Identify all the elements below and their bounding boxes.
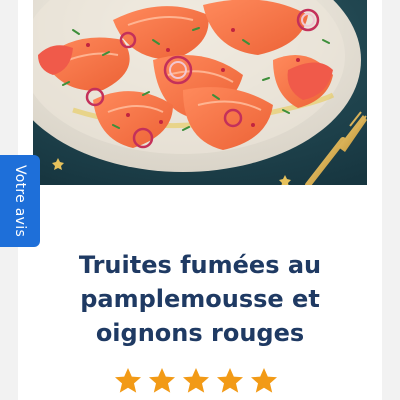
star-icon[interactable] xyxy=(215,366,245,396)
star-icon[interactable] xyxy=(113,366,143,396)
page: Votre avis Truites fumées au pamplemouss… xyxy=(0,0,400,400)
recipe-title: Truites fumées au pamplemousse et oignon… xyxy=(78,251,322,347)
recipe-photo xyxy=(33,0,367,185)
feedback-tab-label: Votre avis xyxy=(12,164,29,238)
star-icon[interactable] xyxy=(249,366,279,396)
recipe-photo-drawing xyxy=(33,0,367,185)
rating-stars[interactable] xyxy=(113,366,279,396)
star-icon[interactable] xyxy=(147,366,177,396)
feedback-tab[interactable]: Votre avis xyxy=(0,155,40,247)
star-icon[interactable] xyxy=(181,366,211,396)
